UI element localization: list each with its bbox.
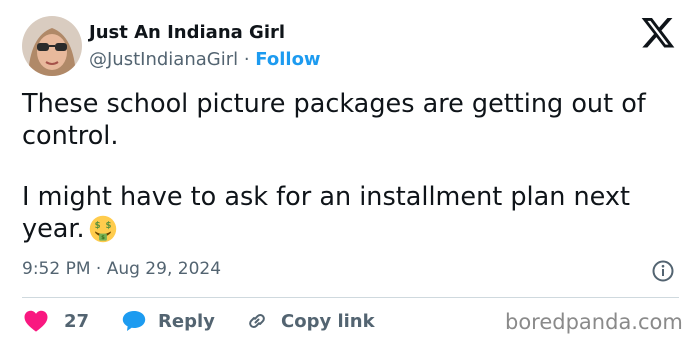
info-icon[interactable] xyxy=(651,259,675,283)
follow-button[interactable]: Follow xyxy=(255,49,320,70)
money-mouth-face-icon: $ $ $ xyxy=(89,215,116,243)
author-handle-row: @JustIndianaGirl · Follow xyxy=(89,49,321,70)
link-icon xyxy=(249,314,265,328)
svg-text:$: $ xyxy=(94,221,100,231)
reply-label: Reply xyxy=(158,310,215,332)
tweet-paragraph-1: These school picture packages are gettin… xyxy=(22,89,646,151)
x-logo-icon[interactable] xyxy=(641,18,675,48)
svg-text:$: $ xyxy=(105,221,111,231)
avatar-image xyxy=(22,16,82,76)
separator-dot: · xyxy=(238,49,256,70)
reply-bubble-icon xyxy=(122,311,146,331)
tweet-paragraph-2: I might have to ask for an installment p… xyxy=(22,181,672,245)
like-button[interactable]: 27 xyxy=(24,308,89,334)
copy-link-label: Copy link xyxy=(281,310,375,332)
avatar[interactable] xyxy=(22,16,82,76)
watermark: boredpanda.com xyxy=(505,310,683,334)
tweet-timestamp[interactable]: 9:52 PM · Aug 29, 2024 xyxy=(22,259,221,279)
copy-link-button[interactable]: Copy link xyxy=(245,308,375,334)
svg-text:$: $ xyxy=(101,235,105,241)
heart-icon xyxy=(24,310,48,332)
author-display-name[interactable]: Just An Indiana Girl xyxy=(89,22,285,43)
like-count: 27 xyxy=(64,310,90,332)
tweet-text: These school picture packages are gettin… xyxy=(22,88,672,245)
author-handle[interactable]: @JustIndianaGirl xyxy=(89,49,238,70)
reply-button[interactable]: Reply xyxy=(122,308,215,334)
divider xyxy=(22,297,679,298)
